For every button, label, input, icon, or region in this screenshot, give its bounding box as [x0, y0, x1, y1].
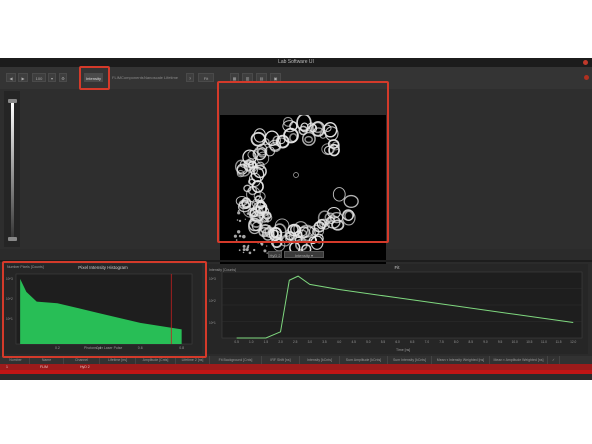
fit-ytick: 10^1: [209, 321, 216, 325]
fit-xtick: 6.0: [395, 340, 400, 344]
fit-xtick: 1.0: [249, 340, 254, 344]
speckle: [245, 248, 249, 252]
fit-ytick: 10^3: [209, 277, 216, 281]
speckle: [242, 244, 246, 248]
speckle: [263, 249, 267, 253]
fit-xtick: 5.5: [381, 340, 386, 344]
display-mode-select[interactable]: Intensity ▾: [284, 251, 324, 258]
tab-flim[interactable]: FLIM: [112, 73, 121, 82]
image-highlight: [217, 81, 389, 243]
table-column-header[interactable]: Intensity [kCnts]: [300, 356, 340, 364]
fit-button[interactable]: Fit: [198, 73, 214, 82]
intensity-tab-highlight: [79, 66, 110, 90]
max-intensity-handle[interactable]: [8, 99, 17, 103]
fit-xtick: 3.0: [308, 340, 313, 344]
fit-xtick: 4.0: [337, 340, 342, 344]
speckle: [253, 248, 256, 252]
back-button[interactable]: ◀: [6, 73, 16, 82]
fit-xlabel: Time [ns]: [396, 348, 411, 352]
table-column-header[interactable]: ✓: [548, 356, 560, 364]
fit-xtick: 7.0: [425, 340, 430, 344]
fit-xtick: 3.5: [322, 340, 327, 344]
fit-xtick: 8.5: [469, 340, 474, 344]
help-icon[interactable]: ?: [186, 73, 194, 82]
speckle: [248, 251, 252, 255]
fit-xtick: 7.5: [439, 340, 444, 344]
record-status-icon: [584, 75, 589, 80]
intensity-scale-track: [11, 103, 14, 239]
fit-xtick: 9.0: [483, 340, 488, 344]
fit-xtick: 8.0: [454, 340, 459, 344]
table-column-header[interactable]: Fit Background [Cnts]: [210, 356, 262, 364]
fit-xtick: 10.0: [512, 340, 518, 344]
fit-xtick: 10.5: [526, 340, 532, 344]
fit-xtick: 9.5: [498, 340, 503, 344]
min-intensity-handle[interactable]: [8, 237, 17, 241]
fit-xtick: 5.0: [366, 340, 371, 344]
settings-icon[interactable]: ⚙: [59, 73, 67, 82]
tab-nanoscale[interactable]: Nanoscale: [144, 73, 163, 82]
table-column-header[interactable]: Sum Intensity [kCnts]: [388, 356, 432, 364]
fit-ytick: 10^2: [209, 299, 216, 303]
flim-application-window: Lab Software UI ◀ ▶ 100 ▾ ⚙ Intensity FL…: [0, 58, 592, 380]
close-icon[interactable]: [583, 60, 588, 65]
display-mode-value: Intensity: [294, 253, 310, 258]
fit-xtick: 0.5: [234, 340, 239, 344]
selection-bar: [0, 370, 592, 374]
speckle: [261, 244, 263, 246]
fit-xtick: 6.5: [410, 340, 415, 344]
fit-xtick: 11.0: [541, 340, 547, 344]
channel-select[interactable]: HyD 2: [268, 251, 282, 258]
histogram-highlight: [2, 261, 207, 358]
fit-xtick: 4.5: [351, 340, 356, 344]
table-column-header[interactable]: Sum Amplitude [kCnts]: [340, 356, 388, 364]
fit-xtick: 1.5: [264, 340, 269, 344]
speckle: [246, 246, 250, 249]
fit-panel: Fit Intensity [Counts] 0.5 1.0 1.5 2.0 2.5 3.…: [206, 264, 588, 354]
tab-components[interactable]: Components: [121, 73, 144, 82]
table-column-header[interactable]: Mean τ Amplitude Weighted [ns]: [490, 356, 548, 364]
fit-xtick: 12.0: [570, 340, 576, 344]
speckle: [266, 245, 268, 247]
window-title: Lab Software UI: [278, 59, 314, 65]
fit-xtick: 2.5: [293, 340, 298, 344]
speckle: [242, 251, 245, 254]
table-column-header[interactable]: IRF Shift [ns]: [262, 356, 300, 364]
tab-lifetime[interactable]: Lifetime: [164, 73, 178, 82]
intensity-scale-strip: [4, 91, 20, 247]
zoom-dropdown-icon[interactable]: ▾: [48, 73, 56, 82]
zoom-field[interactable]: 100: [32, 73, 46, 82]
table-column-header[interactable]: Mean τ Intensity Weighted [ns]: [432, 356, 490, 364]
speckle: [238, 249, 241, 252]
forward-button[interactable]: ▶: [18, 73, 28, 82]
fit-xtick: 2.0: [278, 340, 283, 344]
speckle: [242, 248, 246, 252]
fit-xtick: 11.5: [556, 340, 562, 344]
